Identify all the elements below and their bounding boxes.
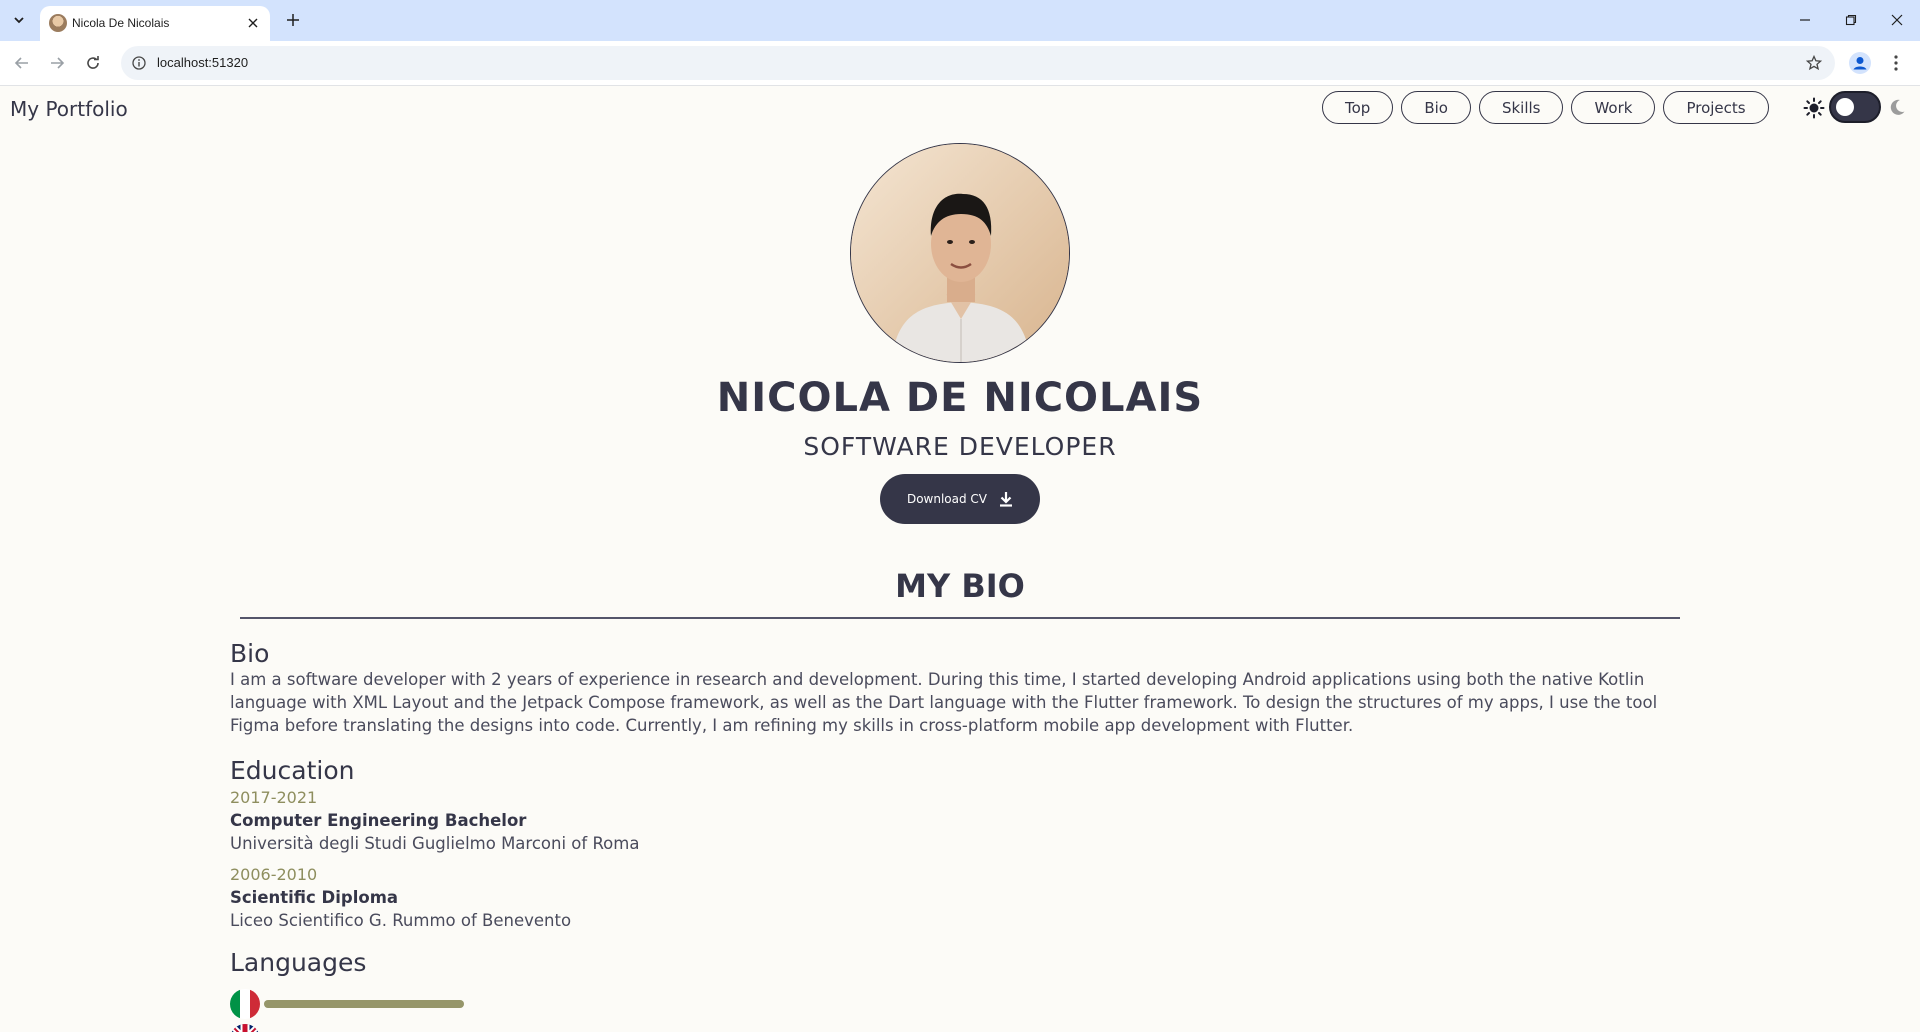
browser-tab[interactable]: Nicola De Nicolais <box>40 6 270 41</box>
browser-tab-bar: Nicola De Nicolais <box>0 0 1920 41</box>
language-level-fill <box>264 1000 464 1008</box>
download-cv-label: Download CV <box>906 492 988 506</box>
education-years: 2006-2010 <box>230 865 318 884</box>
hero-name: NICOLA DE NICOLAIS <box>716 375 1204 421</box>
nav-bio-button[interactable]: Bio <box>1401 91 1471 124</box>
education-school: Liceo Scientifico G. Rummo of Benevento <box>230 911 572 930</box>
site-brand[interactable]: My Portfolio <box>10 97 128 121</box>
bio-heading: Bio <box>230 639 270 668</box>
download-cv-button[interactable]: Download CV <box>880 474 1040 524</box>
bio-paragraph: I am a software developer with 2 years o… <box>230 670 1658 735</box>
main-nav: Top Bio Skills Work Projects <box>1322 91 1769 124</box>
nav-work-button[interactable]: Work <box>1571 91 1656 124</box>
browser-menu-icon[interactable] <box>1884 51 1908 75</box>
minimize-icon[interactable] <box>1790 7 1820 33</box>
close-window-icon[interactable] <box>1882 7 1912 33</box>
close-tab-icon[interactable] <box>244 14 262 32</box>
restore-icon[interactable] <box>1836 7 1866 33</box>
reload-icon[interactable] <box>81 51 105 75</box>
education-heading: Education <box>230 756 355 785</box>
back-arrow-icon[interactable] <box>10 51 34 75</box>
italy-flag-icon <box>230 989 260 1019</box>
education-years: 2017-2021 <box>230 788 318 807</box>
site-info-icon[interactable] <box>131 55 147 71</box>
nav-skills-button[interactable]: Skills <box>1478 91 1564 124</box>
forward-arrow-icon[interactable] <box>45 51 69 75</box>
moon-icon <box>1887 97 1907 117</box>
theme-toggle-knob <box>1836 98 1854 116</box>
nav-top-button[interactable]: Top <box>1322 91 1394 124</box>
new-tab-plus-icon[interactable] <box>282 9 304 31</box>
profile-photo <box>850 143 1070 363</box>
tab-search-chevron-icon[interactable] <box>8 9 30 31</box>
sun-icon <box>1803 97 1825 119</box>
profile-avatar-icon[interactable] <box>1848 51 1872 75</box>
site-header: My Portfolio Top Bio Skills Work Project… <box>0 87 1920 131</box>
education-degree: Scientific Diploma <box>230 888 399 907</box>
tab-title: Nicola De Nicolais <box>72 16 170 30</box>
nav-projects-button[interactable]: Projects <box>1663 91 1769 124</box>
url-text[interactable]: localhost:51320 <box>157 55 248 70</box>
uk-flag-icon <box>230 1024 260 1032</box>
theme-toggle-switch[interactable] <box>1829 91 1881 123</box>
bookmark-star-icon[interactable] <box>1805 54 1823 72</box>
language-level-bar <box>264 1000 464 1008</box>
education-degree: Computer Engineering Bachelor <box>230 811 527 830</box>
languages-heading: Languages <box>230 948 367 977</box>
address-bar[interactable]: localhost:51320 <box>121 46 1835 80</box>
section-title-bio: MY BIO <box>895 567 1025 605</box>
browser-toolbar: localhost:51320 <box>0 41 1920 86</box>
education-school: Università degli Studi Guglielmo Marconi… <box>230 834 640 853</box>
download-icon <box>1000 492 1013 507</box>
favicon-icon <box>49 14 67 32</box>
hero-role: SOFTWARE DEVELOPER <box>803 432 1117 461</box>
section-divider <box>240 617 1680 619</box>
